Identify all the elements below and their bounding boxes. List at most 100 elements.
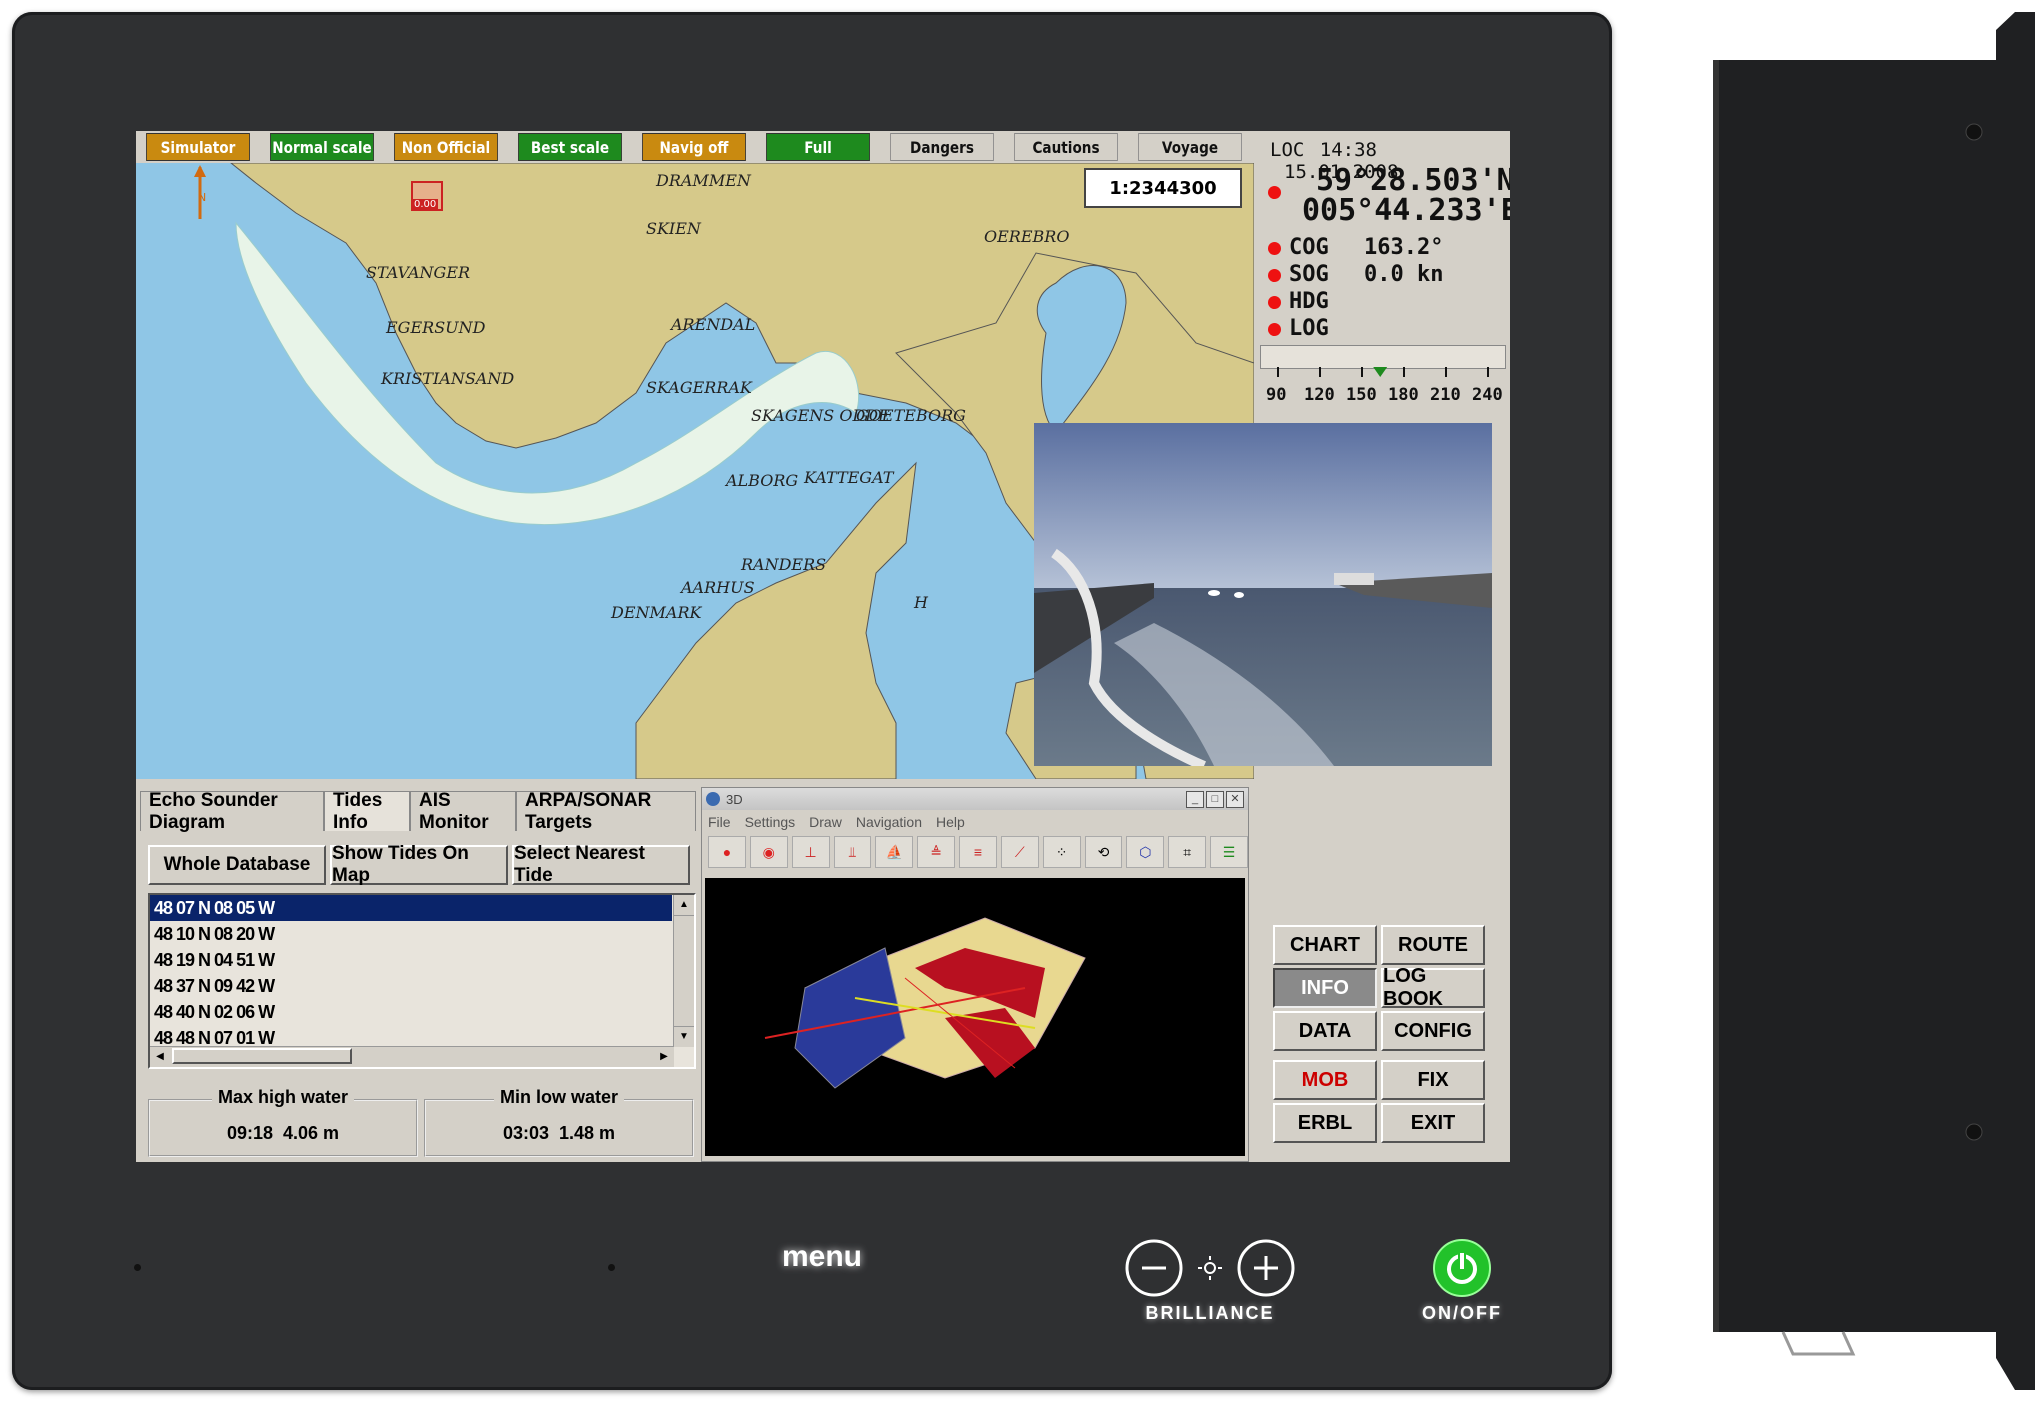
polygon-icon[interactable]: ⬡ — [1126, 836, 1165, 868]
depth-marker-icon[interactable]: ⊥ — [791, 836, 830, 868]
sog-label: SOG — [1289, 262, 1329, 287]
whole-database-button[interactable]: Whole Database — [148, 845, 326, 885]
bottom-tab-bar: Echo Sounder Diagram Tides Info AIS Moni… — [140, 790, 698, 833]
points-icon[interactable]: ⁘ — [1042, 836, 1081, 868]
place-label: STAVANGER — [366, 263, 471, 282]
record-icon[interactable]: ● — [708, 836, 746, 868]
sog-row: SOG 0.0 kn — [1268, 262, 1443, 287]
window-3d: 3D _ □ ✕ File Settings Draw Navigation H… — [701, 787, 1249, 1162]
mesh-icon[interactable]: ⌗ — [1168, 836, 1207, 868]
monitor-side-view — [1713, 12, 2035, 1390]
menu-hardware-button[interactable]: menu — [772, 1240, 872, 1274]
rotate-icon[interactable]: ⟲ — [1084, 836, 1123, 868]
menu-draw[interactable]: Draw — [809, 814, 842, 830]
scroll-right-icon[interactable]: ▶ — [654, 1047, 674, 1067]
power-button[interactable]: ON/OFF — [1402, 1238, 1522, 1324]
compass-tick-label: 180 — [1388, 385, 1419, 405]
route-button[interactable]: ROUTE — [1381, 925, 1485, 965]
place-label: GOETEBORG — [856, 406, 966, 425]
menu-settings[interactable]: Settings — [745, 814, 796, 830]
status-bar: Simulator Normal scale Non Official Best… — [136, 131, 1254, 163]
sensor-dot — [134, 1264, 141, 1271]
sensor-dot — [608, 1264, 615, 1271]
place-label: KATTEGAT — [804, 468, 894, 487]
exit-button[interactable]: EXIT — [1381, 1103, 1485, 1143]
status-simulator[interactable]: Simulator — [146, 133, 250, 161]
compass-ticks — [1277, 367, 1489, 377]
menu-navigation[interactable]: Navigation — [856, 814, 922, 830]
list-item[interactable]: 48 37 N 09 42 W — [150, 973, 694, 999]
tab-echo-sounder[interactable]: Echo Sounder Diagram — [140, 790, 324, 833]
min-low-water-label: Min low water — [493, 1087, 624, 1107]
ship-icon[interactable]: ⛵ — [875, 836, 914, 868]
status-dangers[interactable]: Dangers — [890, 133, 994, 161]
layer-icon[interactable]: ≡ — [959, 836, 997, 868]
heading-marker-icon — [1373, 367, 1388, 377]
info-button[interactable]: INFO — [1273, 968, 1377, 1008]
log-label: LOG — [1289, 316, 1329, 341]
vertical-scrollbar[interactable]: ▲ ▼ — [673, 895, 694, 1047]
layers-color-icon[interactable]: ☰ — [1210, 836, 1248, 868]
max-high-water-box: Max high water 09:18 4.06 m — [148, 1087, 418, 1157]
mob-button[interactable]: MOB — [1273, 1060, 1377, 1100]
brilliance-control: BRILLIANCE — [1110, 1238, 1310, 1324]
own-ship-speed: 0.00 — [412, 199, 439, 210]
window-3d-toolbar: ● ◉ ⊥ ⫫ ⛵ ≜ ≡ ⟋ ⁘ ⟲ ⬡ ⌗ ☰ — [702, 834, 1248, 870]
scale-display[interactable]: 1:2344300 — [1084, 168, 1242, 208]
status-cautions[interactable]: Cautions — [1014, 133, 1118, 161]
list-item[interactable]: 48 40 N 02 06 W — [150, 999, 694, 1025]
menu-file[interactable]: File — [708, 814, 731, 830]
status-best-scale[interactable]: Best scale — [518, 133, 622, 161]
depth-profile-icon[interactable]: ⫫ — [833, 836, 872, 868]
close-icon[interactable]: ✕ — [1226, 790, 1244, 808]
list-item[interactable]: 48 10 N 08 20 W — [150, 921, 694, 947]
tab-arpa-sonar[interactable]: ARPA/SONAR Targets — [516, 790, 696, 833]
status-voyage[interactable]: Voyage — [1138, 133, 1242, 161]
window-3d-title: 3D — [726, 791, 743, 807]
menu-help[interactable]: Help — [936, 814, 965, 830]
depth-level-icon[interactable]: ≜ — [917, 836, 956, 868]
minimize-icon[interactable]: _ — [1186, 790, 1204, 808]
status-navig-off[interactable]: Navig off — [642, 133, 746, 161]
tide-station-list[interactable]: 48 07 N 08 05 W 48 10 N 08 20 W 48 19 N … — [148, 893, 696, 1069]
max-high-water-label: Max high water — [211, 1087, 355, 1107]
log-status-icon — [1268, 322, 1281, 336]
cog-label: COG — [1289, 235, 1329, 260]
scroll-thumb[interactable] — [674, 916, 694, 1026]
place-label: EGERSUND — [386, 318, 486, 337]
stop-record-icon[interactable]: ◉ — [749, 836, 788, 868]
place-label: SKIEN — [646, 219, 701, 238]
tab-ais-monitor[interactable]: AIS Monitor — [410, 790, 516, 833]
list-item[interactable]: 48 19 N 04 51 W — [150, 947, 694, 973]
horizontal-scrollbar[interactable]: ◀ ▶ — [150, 1046, 674, 1067]
show-tides-on-map-button[interactable]: Show Tides On Map — [330, 843, 508, 886]
brilliance-icons — [1125, 1239, 1295, 1297]
erbl-button[interactable]: ERBL — [1273, 1103, 1377, 1143]
log-book-button[interactable]: LOG BOOK — [1381, 965, 1485, 1010]
status-full[interactable]: Full — [766, 133, 870, 161]
tab-tides-info[interactable]: Tides Info — [324, 790, 410, 833]
maximize-icon[interactable]: □ — [1206, 790, 1224, 808]
hdg-row: HDG — [1268, 289, 1329, 314]
slope-icon[interactable]: ⟋ — [1000, 836, 1039, 868]
data-button[interactable]: DATA — [1273, 1011, 1377, 1051]
ecdis-screen: Simulator Normal scale Non Official Best… — [136, 131, 1510, 1162]
select-nearest-tide-button[interactable]: Select Nearest Tide — [512, 843, 690, 886]
scroll-up-icon[interactable]: ▲ — [674, 895, 694, 916]
status-non-official[interactable]: Non Official — [394, 133, 498, 161]
fix-button[interactable]: FIX — [1381, 1060, 1485, 1100]
window-3d-titlebar[interactable]: 3D _ □ ✕ — [702, 788, 1248, 810]
sog-status-icon — [1268, 268, 1281, 282]
status-normal-scale[interactable]: Normal scale — [270, 133, 374, 161]
scroll-down-icon[interactable]: ▼ — [674, 1026, 694, 1047]
chart-button[interactable]: CHART — [1273, 925, 1377, 965]
3d-terrain-view[interactable] — [705, 878, 1245, 1156]
position-status-icon — [1268, 186, 1281, 199]
list-item[interactable]: 48 07 N 08 05 W — [150, 895, 672, 921]
camera-feed — [1034, 423, 1492, 766]
longitude: 005°44.233'E — [1302, 193, 1510, 228]
compass-tick-label: 90 — [1266, 385, 1287, 405]
config-button[interactable]: CONFIG — [1381, 1011, 1485, 1051]
scroll-hthumb[interactable] — [172, 1048, 352, 1064]
scroll-left-icon[interactable]: ◀ — [150, 1047, 170, 1067]
